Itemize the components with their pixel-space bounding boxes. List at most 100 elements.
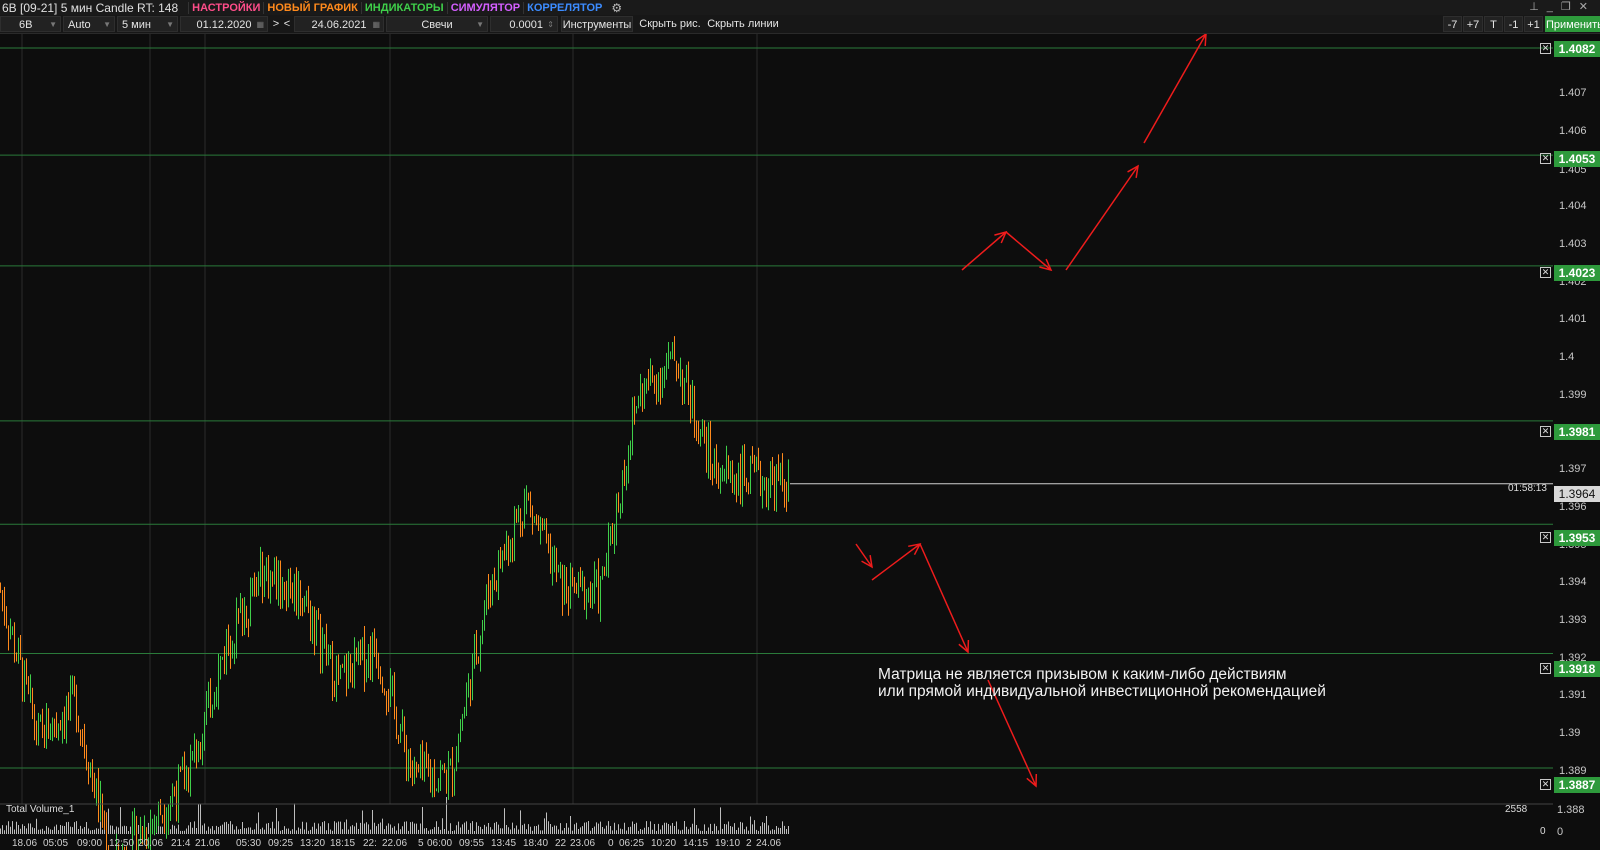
step-minus1-button[interactable]: -1 <box>1504 16 1523 32</box>
price-tick: 1.401 <box>1559 313 1587 325</box>
step-plus7-button[interactable]: +7 <box>1463 16 1483 32</box>
date-to-input[interactable]: 24.06.2021 ▦ <box>294 16 384 32</box>
close-icon[interactable]: ✕ <box>1579 1 1596 13</box>
time-tick: 09:55 <box>459 838 485 849</box>
time-tick: 14:15 <box>683 838 709 849</box>
candles <box>0 336 789 850</box>
calendar-icon[interactable]: ▦ <box>256 17 264 33</box>
restore-icon[interactable]: ❐ <box>1561 1 1579 13</box>
pin-icon[interactable]: ⊥ <box>1529 1 1547 13</box>
step-plus1-button[interactable]: +1 <box>1524 16 1543 32</box>
prev-button[interactable]: < <box>282 16 292 32</box>
time-tick: 2 <box>746 838 752 849</box>
chevron-down-icon: ▼ <box>103 20 111 29</box>
time-tick: 06:25 <box>619 838 645 849</box>
window-title: 6B [09-21] 5 мин Candle RT: 148 <box>2 0 179 15</box>
scale-value: Auto <box>68 19 91 31</box>
time-tick: 20.06 <box>138 838 164 849</box>
timeframe-value: 5 мин <box>122 19 151 31</box>
date-to-value: 24.06.2021 <box>311 19 367 31</box>
time-tick: 18:15 <box>330 838 356 849</box>
level-badge[interactable]: 1.4053 <box>1554 151 1600 167</box>
menu-simulator[interactable]: СИМУЛЯТОР <box>446 1 523 14</box>
price-tick: 1.389 <box>1559 765 1587 777</box>
apply-button[interactable]: Применить <box>1545 16 1600 32</box>
level-remove-icon[interactable]: ✕ <box>1540 43 1551 54</box>
chart-type-select[interactable]: Свечи ▼ <box>386 16 488 32</box>
tick-size-input[interactable]: 0.0001 ⇕ <box>490 16 558 32</box>
symbol-value: 6B <box>19 19 33 31</box>
menu-settings[interactable]: НАСТРОЙКИ <box>188 1 263 14</box>
scale-select[interactable]: Auto ▼ <box>63 16 115 32</box>
time-tick: 09:00 <box>77 838 103 849</box>
time-tick: 21:4 <box>171 838 191 849</box>
time-tick: 18.06 <box>12 838 38 849</box>
time-tick: 22.06 <box>382 838 408 849</box>
time-tick: 5 <box>418 838 424 849</box>
time-tick: 18:40 <box>523 838 549 849</box>
time-tick: 05:05 <box>43 838 69 849</box>
time-tick: 05:30 <box>236 838 262 849</box>
price-tick: 1.393 <box>1559 614 1587 626</box>
time-tick: 23.06 <box>570 838 596 849</box>
stepper-icon[interactable]: ⇕ <box>547 17 554 33</box>
price-tick: 1.396 <box>1559 501 1587 513</box>
price-chart[interactable] <box>0 34 1600 850</box>
price-tick: 1.404 <box>1559 200 1587 212</box>
step-minus7-button[interactable]: -7 <box>1443 16 1462 32</box>
forecast-arrow <box>961 231 1007 271</box>
symbol-select[interactable]: 6B ▼ <box>0 16 61 32</box>
hide-lines-button[interactable]: Скрыть линии <box>706 16 780 32</box>
current-price-badge: 1.3964 <box>1554 486 1600 502</box>
disclaimer-text: Матрица не является призывом к каким-либ… <box>878 666 1326 700</box>
tools-button[interactable]: Инструменты <box>561 16 633 32</box>
level-remove-icon[interactable]: ✕ <box>1540 779 1551 790</box>
level-remove-icon[interactable]: ✕ <box>1540 267 1551 278</box>
date-from-value: 01.12.2020 <box>196 19 252 31</box>
level-badge[interactable]: 1.3981 <box>1554 424 1600 440</box>
level-badge[interactable]: 1.3887 <box>1554 777 1600 793</box>
time-tick: 13:20 <box>300 838 326 849</box>
volume-axis-tick: 0 <box>1557 826 1564 838</box>
price-tick: 1.403 <box>1559 238 1587 250</box>
time-tick: 22 <box>555 838 567 849</box>
window-controls[interactable]: ⊥_❐✕ <box>1529 0 1596 13</box>
price-tick: 1.399 <box>1559 389 1587 401</box>
level-remove-icon[interactable]: ✕ <box>1540 153 1551 164</box>
menu-new-chart[interactable]: НОВЫЙ ГРАФИК <box>263 1 360 14</box>
hide-drawings-button[interactable]: Скрыть рис. <box>636 16 704 32</box>
level-remove-icon[interactable]: ✕ <box>1540 532 1551 543</box>
time-tick: 13:45 <box>491 838 517 849</box>
title-bar: 6B [09-21] 5 мин Candle RT: 148 НАСТРОЙК… <box>0 0 1600 15</box>
time-tick: 06:00 <box>427 838 453 849</box>
time-tick: 21.06 <box>195 838 221 849</box>
chart-grid <box>21 34 758 804</box>
time-tick: 22: <box>363 838 377 849</box>
bar-timer: 01:58:13 <box>1508 483 1547 494</box>
minimize-icon[interactable]: _ <box>1547 1 1561 13</box>
volume-indicator-label: Total Volume_1 <box>6 804 75 815</box>
level-badge[interactable]: 1.3918 <box>1554 661 1600 677</box>
level-badge[interactable]: 1.3953 <box>1554 530 1600 546</box>
step-t-button[interactable]: T <box>1484 16 1503 32</box>
level-remove-icon[interactable]: ✕ <box>1540 663 1551 674</box>
chart-type-value: Свечи <box>421 19 453 31</box>
level-remove-icon[interactable]: ✕ <box>1540 426 1551 437</box>
menu-correlator[interactable]: КОРРЕЛЯТОР <box>523 1 605 14</box>
timeframe-select[interactable]: 5 мин ▼ <box>117 16 178 32</box>
next-button[interactable]: > <box>271 16 281 32</box>
time-tick: 24.06 <box>756 838 782 849</box>
time-tick: 19:10 <box>715 838 741 849</box>
gears-icon[interactable]: ⚙ <box>611 1 622 15</box>
time-tick: 0 <box>608 838 614 849</box>
date-from-input[interactable]: 01.12.2020 ▦ <box>180 16 268 32</box>
forecast-arrow <box>1065 165 1139 271</box>
forecast-arrow <box>1005 231 1052 271</box>
level-badge[interactable]: 1.4023 <box>1554 265 1600 281</box>
calendar-icon[interactable]: ▦ <box>372 17 380 33</box>
menu-indicators[interactable]: ИНДИКАТОРЫ <box>360 1 447 14</box>
level-badge[interactable]: 1.4082 <box>1554 41 1600 57</box>
chevron-down-icon: ▼ <box>476 20 484 29</box>
volume-bars <box>0 796 789 834</box>
volume-axis-tick: 1.388 <box>1557 804 1585 816</box>
